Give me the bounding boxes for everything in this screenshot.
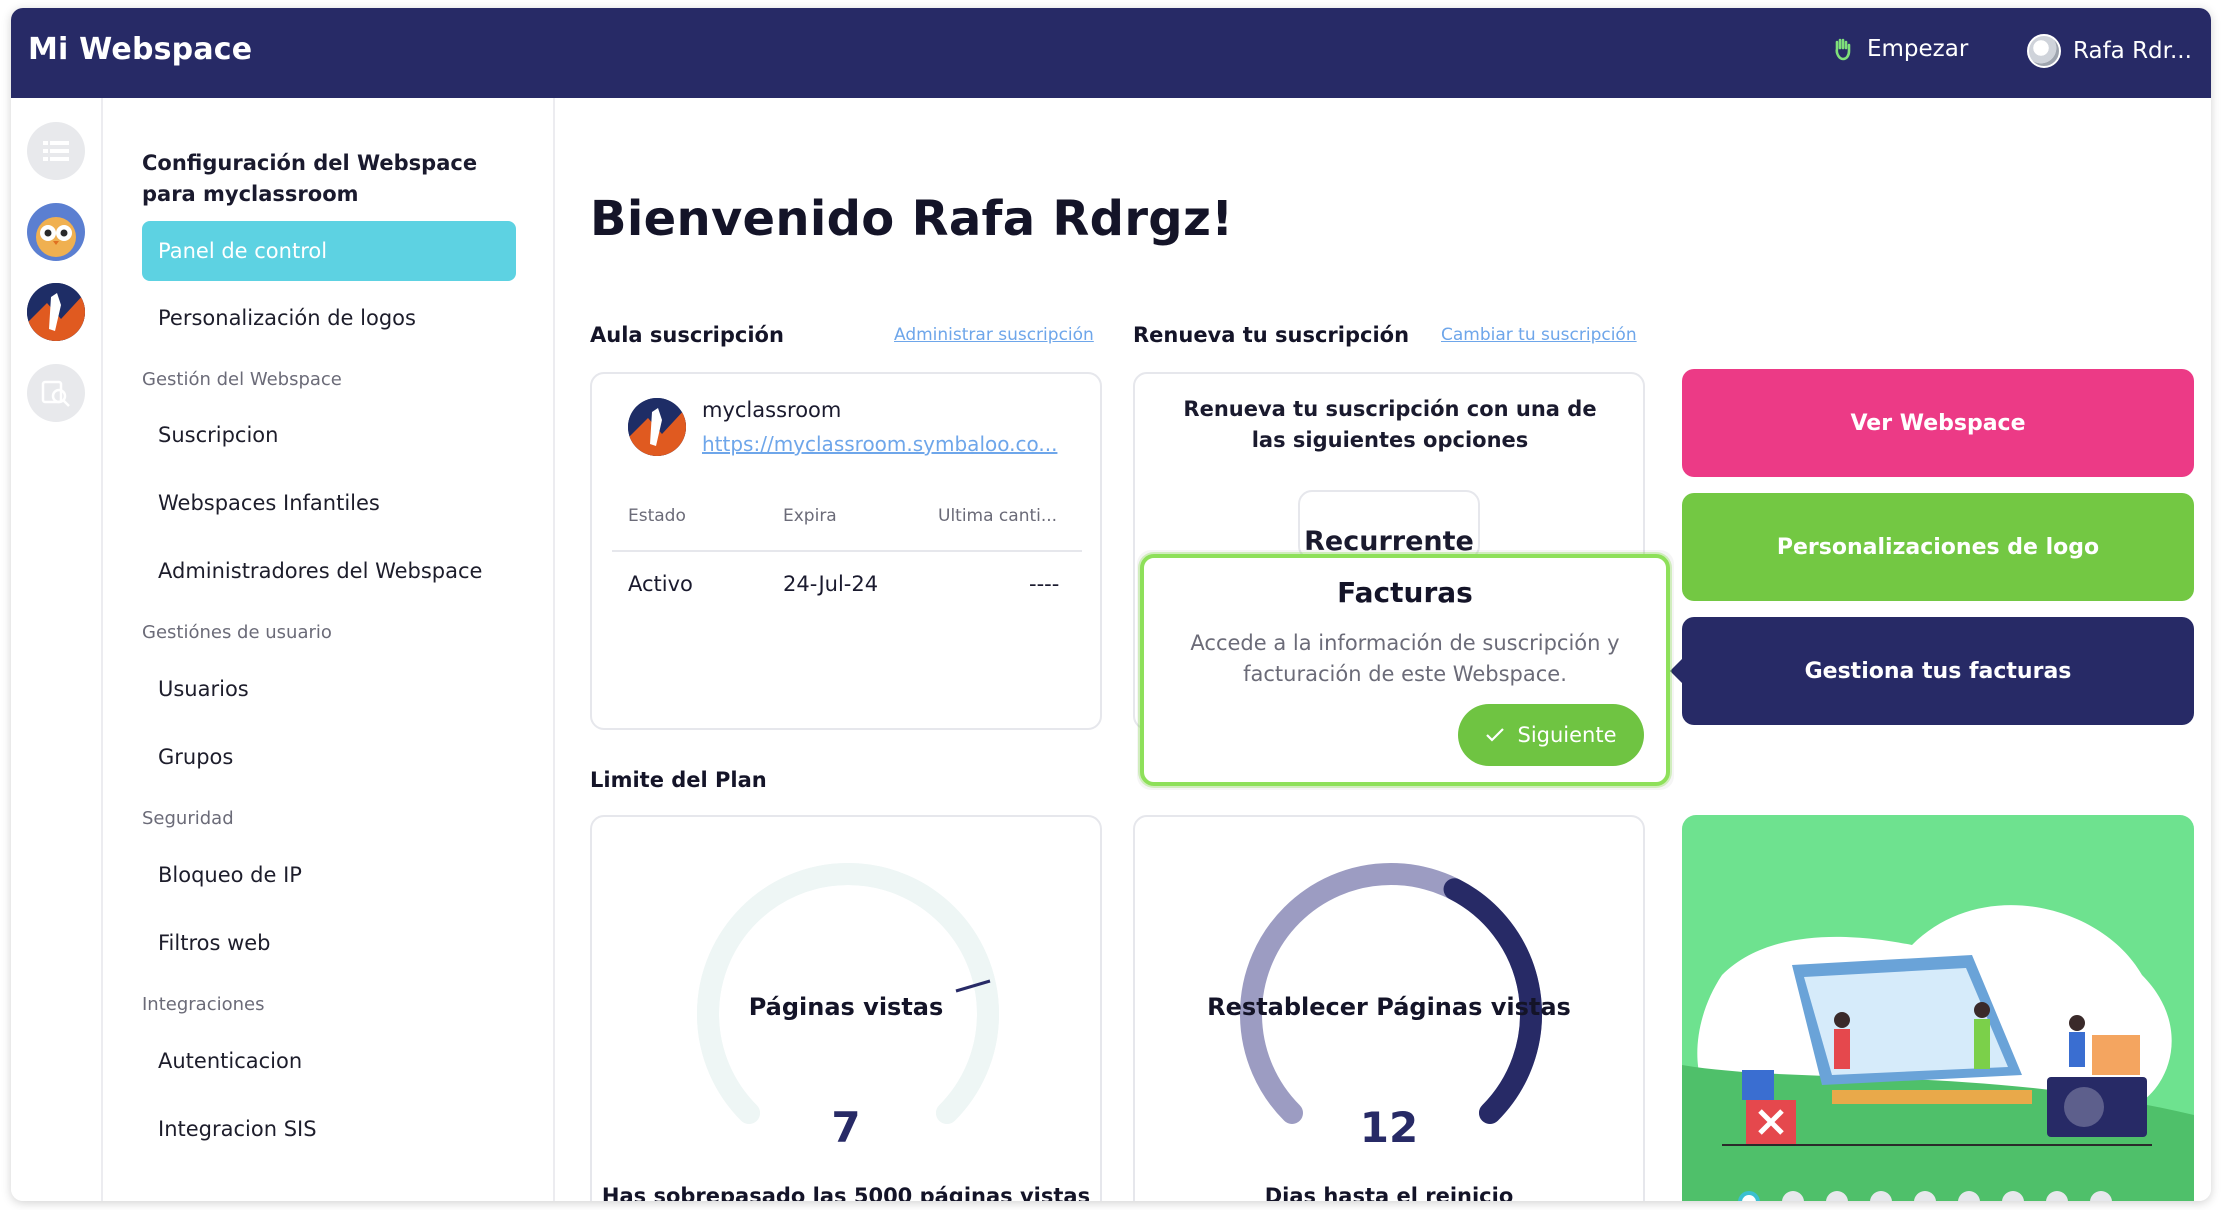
dashboard-main: Bienvenido Rafa Rdrgz! Aula suscripción …: [557, 98, 2211, 1201]
change-subscription-link[interactable]: Cambiar tu suscripción: [1441, 325, 1637, 345]
webspace-url-link[interactable]: https://myclassroom.symbaloo.co...: [702, 432, 1072, 456]
table-divider: [612, 550, 1082, 552]
get-started-button[interactable]: Empezar: [1833, 36, 1968, 62]
album-cover-icon: [27, 283, 85, 341]
promo-carousel[interactable]: [1682, 815, 2194, 1201]
next-button[interactable]: Siguiente: [1458, 704, 1644, 766]
logo-customization-button[interactable]: Personalizaciones de logo: [1682, 493, 2194, 601]
sidebar-item-ip[interactable]: Bloqueo de IP: [142, 845, 516, 905]
user-avatar: [2027, 34, 2061, 68]
manage-invoices-button[interactable]: Gestiona tus facturas: [1682, 617, 2194, 725]
column-header-estado: Estado: [628, 506, 686, 526]
carousel-dot[interactable]: [1958, 1191, 1980, 1201]
reset-views-card: Restablecer Páginas vistas 12 Dias hasta…: [1133, 815, 1645, 1201]
settings-sidebar: Configuración del Webspace para myclassr…: [105, 98, 555, 1201]
sidebar-item-infantiles[interactable]: Webspaces Infantiles: [142, 473, 516, 533]
carousel-dot[interactable]: [2090, 1191, 2112, 1201]
manage-subscription-link[interactable]: Administrar suscripción: [894, 325, 1094, 345]
page-title: Bienvenido Rafa Rdrgz!: [590, 191, 1234, 247]
carousel-dot[interactable]: [1914, 1191, 1936, 1201]
popover-title: Facturas: [1337, 576, 1473, 609]
webspace-myclassroom-avatar[interactable]: [27, 283, 85, 341]
last-amount-value: ----: [1029, 572, 1060, 596]
checkmark-icon: [1486, 728, 1505, 742]
sidebar-item-filtros[interactable]: Filtros web: [142, 913, 516, 973]
sidebar-item-grupos[interactable]: Grupos: [142, 727, 516, 787]
page-views-caption: Has sobrepasado las 5000 páginas vistas: [601, 1184, 1091, 1201]
reset-views-title: Restablecer Páginas vistas: [1207, 993, 1571, 1021]
page-views-card: Páginas vistas 7 Has sobrepasado las 500…: [590, 815, 1102, 1201]
expiry-value: 24-Jul-24: [783, 572, 879, 596]
sidebar-item-admins[interactable]: Administradores del Webspace: [142, 541, 516, 601]
page-views-value: 7: [831, 1103, 861, 1152]
status-value: Activo: [628, 572, 693, 596]
carousel-dot[interactable]: [1738, 1191, 1760, 1201]
sidebar-item-panel[interactable]: Panel de control: [142, 221, 516, 281]
owl-icon: [36, 217, 76, 257]
subscription-card: myclassroom https://myclassroom.symbaloo…: [590, 372, 1102, 730]
sidebar-item-usuarios[interactable]: Usuarios: [142, 659, 516, 719]
user-menu[interactable]: Rafa Rdr...: [2027, 34, 2192, 68]
list-view-button[interactable]: [27, 122, 85, 180]
carousel-dot[interactable]: [2002, 1191, 2024, 1201]
sidebar-section-integraciones: Integraciones: [142, 994, 265, 1015]
column-header-ultima: Ultima canti...: [938, 506, 1058, 526]
app-window: Mi Webspace Empezar Rafa Rdr... Configur…: [11, 8, 2211, 1201]
webspace-owl-avatar[interactable]: [27, 203, 85, 261]
carousel-dot[interactable]: [1870, 1191, 1892, 1201]
album-cover-icon: [628, 398, 686, 456]
carousel-dot[interactable]: [2046, 1191, 2068, 1201]
popover-text: Accede a la información de suscripción y…: [1190, 631, 1620, 686]
sidebar-section-seguridad: Seguridad: [142, 808, 234, 829]
app-title: Mi Webspace: [28, 32, 253, 67]
page-views-title: Páginas vistas: [748, 993, 944, 1021]
column-header-expira: Expira: [783, 506, 837, 526]
carousel-dot[interactable]: [1782, 1191, 1804, 1201]
carousel-dots: [1738, 1191, 2112, 1201]
hand-wave-icon: [1835, 38, 1851, 61]
next-label: Siguiente: [1517, 723, 1617, 747]
renew-description: Renueva tu suscripción con una de las si…: [1183, 397, 1597, 452]
sidebar-section-gestion: Gestión del Webspace: [142, 369, 342, 390]
webspace-rail: [11, 98, 103, 1201]
subscription-section-title: Aula suscripción: [590, 323, 784, 347]
search-doc-icon: [41, 380, 70, 407]
webspace-avatar: [628, 398, 686, 456]
sidebar-item-sis[interactable]: Integracion SIS: [142, 1099, 516, 1159]
sidebar-item-autenticacion[interactable]: Autenticacion: [142, 1031, 516, 1091]
search-webspace-button[interactable]: [27, 364, 85, 422]
reset-views-caption: Dias hasta el reinicio: [1264, 1184, 1514, 1201]
plan-section-title: Limite del Plan: [590, 768, 767, 792]
sidebar-heading: Configuración del Webspace para myclassr…: [142, 151, 478, 206]
list-icon: [43, 141, 69, 161]
carousel-dot[interactable]: [1826, 1191, 1848, 1201]
top-bar: Mi Webspace Empezar Rafa Rdr...: [11, 8, 2211, 98]
sidebar-item-suscripcion[interactable]: Suscripcion: [142, 405, 516, 465]
renew-section-title: Renueva tu suscripción: [1133, 323, 1410, 347]
user-name: Rafa Rdr...: [2073, 38, 2192, 64]
view-webspace-button[interactable]: Ver Webspace: [1682, 369, 2194, 477]
presentation-illustration: [1682, 905, 2194, 1201]
tutorial-popover: Facturas Accede a la información de susc…: [1140, 554, 1670, 786]
sidebar-item-logos[interactable]: Personalización de logos: [142, 288, 516, 348]
reset-views-value: 12: [1359, 1103, 1419, 1152]
webspace-name: myclassroom: [702, 398, 842, 422]
sidebar-section-usuario: Gestiónes de usuario: [142, 622, 332, 643]
get-started-label: Empezar: [1867, 36, 1969, 62]
